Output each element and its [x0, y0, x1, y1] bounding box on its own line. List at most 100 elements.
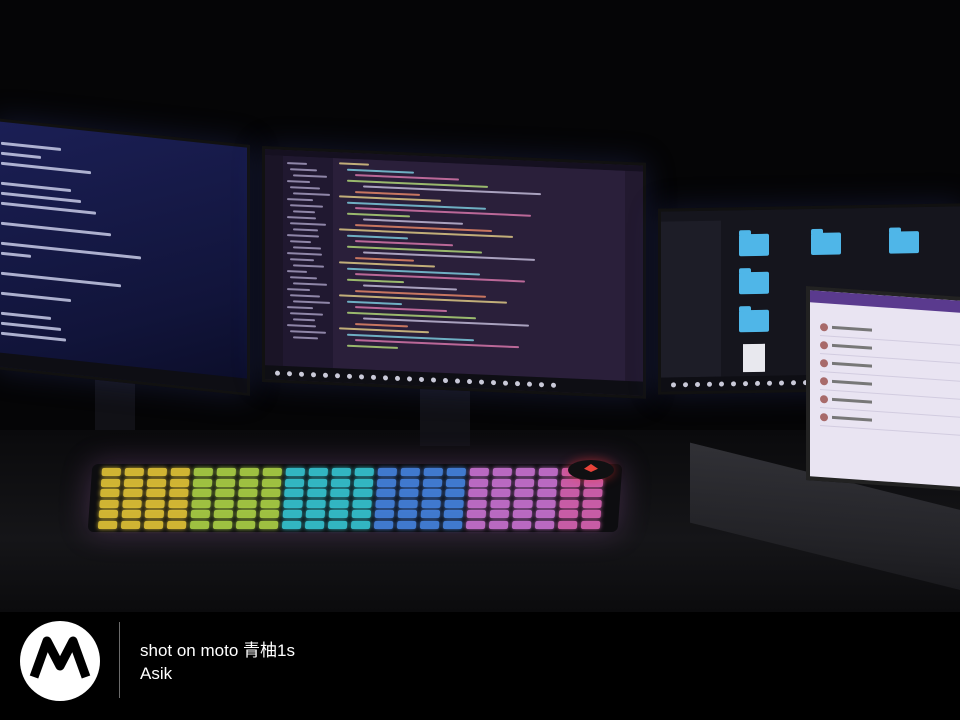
keyboard-key — [167, 510, 188, 518]
keyboard-key — [170, 468, 191, 476]
editor-file-tree — [283, 155, 333, 369]
rgb-keyboard — [87, 464, 623, 532]
chat-preview-text — [832, 343, 872, 350]
keyboard-key — [559, 499, 579, 508]
code-line — [347, 168, 414, 174]
keyboard-key — [354, 468, 375, 476]
keyboard-key — [488, 520, 509, 529]
avatar — [820, 412, 828, 422]
keyboard-key — [100, 478, 121, 487]
keyboard-key — [307, 478, 328, 487]
file-tree-item — [290, 276, 317, 280]
file-tree-item — [293, 264, 324, 268]
terminal-line — [1, 311, 51, 320]
avatar — [820, 340, 828, 350]
taskbar-app-icon — [527, 381, 532, 387]
keyboard-key — [538, 468, 559, 476]
keyboard-key — [353, 489, 373, 497]
keyboard-key — [535, 510, 556, 518]
code-line — [347, 344, 398, 349]
chat-preview-text — [832, 415, 872, 422]
terminal-line — [1, 141, 61, 152]
code-line — [347, 278, 404, 283]
keyboard-key — [144, 510, 165, 518]
laptop-screen — [810, 290, 960, 489]
keyboard-key — [583, 489, 603, 497]
keyboard-key — [377, 468, 398, 476]
keyboard-key — [445, 489, 465, 497]
file-tree-item — [287, 324, 316, 328]
file-tree-item — [293, 210, 315, 214]
monitor-left — [0, 118, 250, 396]
keyboard-key — [351, 510, 372, 518]
keyboard-key — [353, 478, 374, 487]
taskbar-app-icon — [719, 381, 724, 387]
keyboard-key — [537, 478, 558, 487]
taskbar-app-icon — [695, 381, 700, 388]
keyboard-key — [536, 499, 556, 508]
file-tree-item — [290, 222, 326, 226]
keyboard-key — [99, 499, 119, 508]
keyboard-key — [376, 489, 396, 497]
keyboard-key — [120, 520, 141, 529]
keyboard-key — [259, 510, 280, 518]
file-tree-item — [293, 246, 321, 250]
terminal-line — [1, 291, 71, 303]
taskbar-app-icon — [359, 374, 364, 380]
keyboard-key — [399, 478, 420, 487]
code-line — [363, 218, 463, 225]
watermark-author: Asik — [140, 664, 173, 683]
file-tree-item — [293, 282, 327, 286]
file-tree-item — [290, 258, 314, 262]
taskbar-app-icon — [431, 377, 436, 383]
keyboard-key — [443, 510, 464, 518]
chat-preview-text — [832, 397, 872, 404]
keyboard-key — [124, 468, 145, 476]
keyboard-key — [238, 478, 259, 487]
keyboard-key — [147, 468, 168, 476]
keyboard-key — [192, 489, 212, 497]
watermark-divider — [119, 622, 120, 698]
keyboard-key — [239, 468, 260, 476]
keyboard-key — [399, 489, 419, 497]
taskbar-app-icon — [383, 375, 388, 381]
keyboard-key — [330, 478, 351, 487]
terminal-line — [1, 161, 91, 175]
keyboard-key — [442, 520, 463, 529]
code-line — [347, 212, 410, 217]
keyboard-key — [444, 499, 464, 508]
keyboard-key — [397, 510, 418, 518]
code-line — [339, 162, 369, 166]
keyboard-key — [534, 520, 555, 529]
keyboard-key — [514, 478, 535, 487]
keyboard-key — [283, 499, 303, 508]
folder-icon — [739, 233, 769, 257]
terminal-line — [1, 331, 66, 342]
keyboard-key — [329, 499, 349, 508]
taskbar-app-icon — [767, 380, 772, 386]
taskbar-app-icon — [395, 375, 400, 382]
file-tree-item — [293, 228, 318, 232]
file-tree-item — [290, 330, 326, 334]
keyboard-key — [258, 520, 279, 529]
taskbar-app-icon — [347, 373, 352, 379]
keyboard-key — [307, 489, 327, 497]
taskbar-app-icon — [671, 382, 676, 388]
taskbar-app-icon — [335, 373, 340, 379]
terminal-line — [1, 151, 41, 159]
folder-icon — [739, 309, 769, 333]
avatar — [820, 394, 828, 404]
keyboard-key — [580, 520, 601, 529]
code-line — [347, 300, 402, 305]
taskbar-app-icon — [311, 372, 316, 378]
keyboard-key — [492, 468, 513, 476]
file-tree-item — [287, 162, 307, 165]
taskbar-app-icon — [371, 374, 376, 380]
keyboard-key — [261, 489, 281, 497]
file-tree-item — [290, 312, 323, 316]
terminal-line — [1, 191, 81, 204]
keyboard-key — [143, 520, 164, 529]
keyboard-key — [331, 468, 352, 476]
keyboard-key — [169, 489, 189, 497]
keyboard-key — [558, 510, 579, 518]
